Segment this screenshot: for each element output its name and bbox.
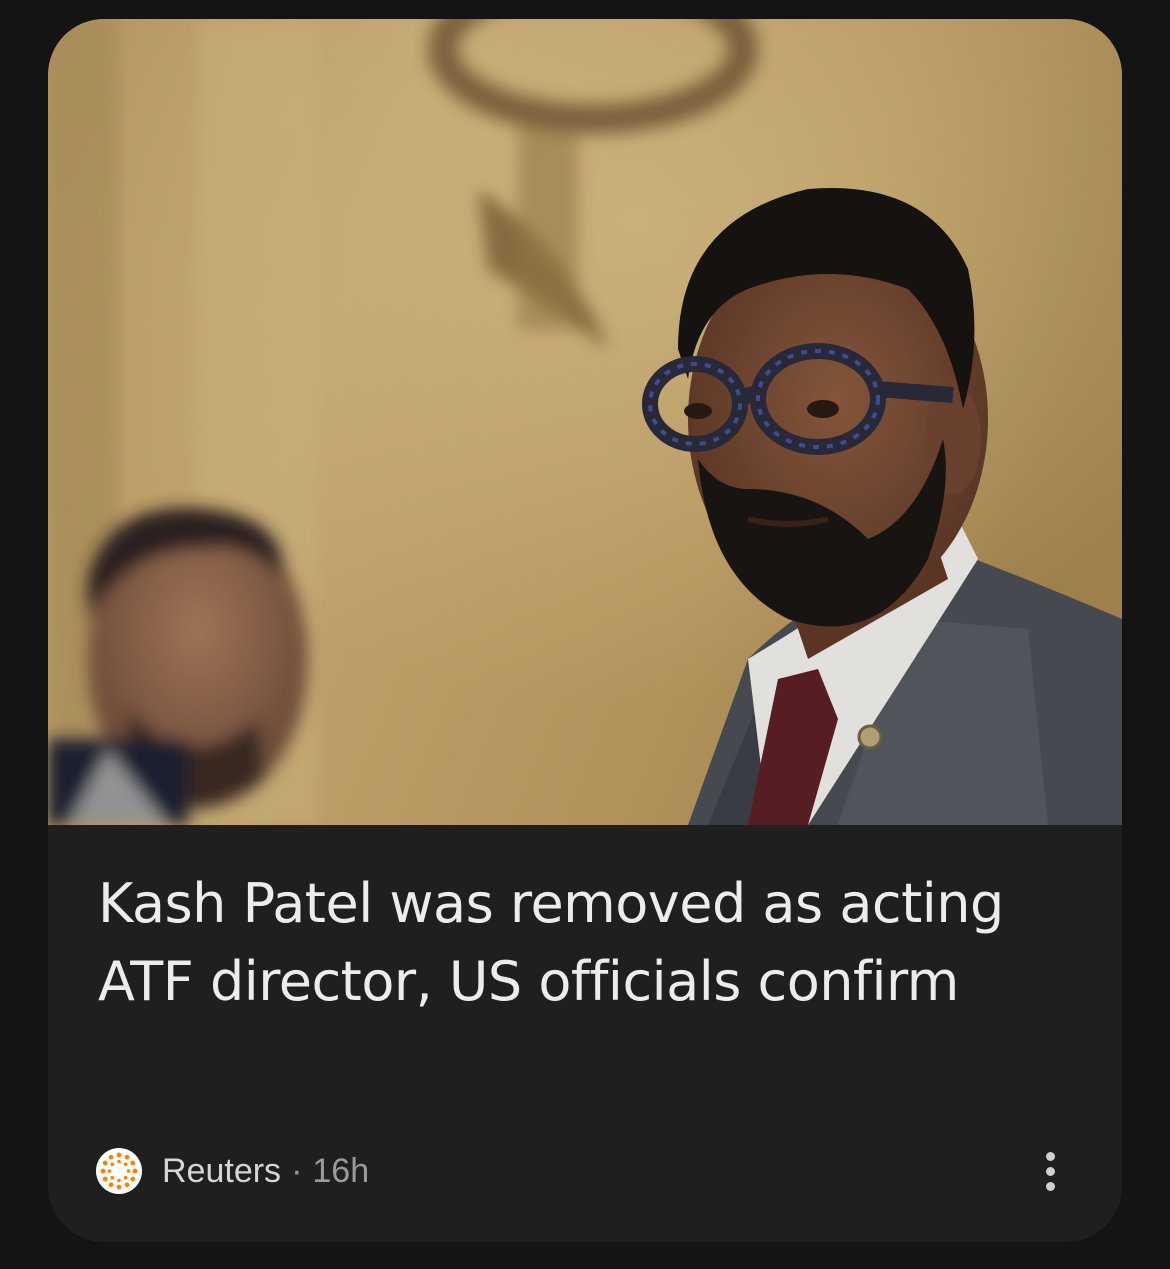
more-options-button[interactable] [1032,1145,1068,1197]
more-vertical-icon-dot [1045,1151,1055,1161]
article-headline[interactable]: Kash Patel was removed as acting ATF dir… [98,865,1058,1021]
article-image[interactable] [48,19,1122,825]
article-age: 16h [312,1151,370,1190]
more-vertical-icon-dot [1045,1166,1055,1176]
news-card[interactable]: Kash Patel was removed as acting ATF dir… [48,19,1122,1242]
reuters-logo-icon [96,1148,142,1194]
meta-separator: · [291,1151,303,1190]
source-name[interactable]: Reuters [162,1152,281,1191]
more-vertical-icon-dot [1045,1181,1055,1191]
article-meta: Reuters · 16h [96,1147,369,1195]
